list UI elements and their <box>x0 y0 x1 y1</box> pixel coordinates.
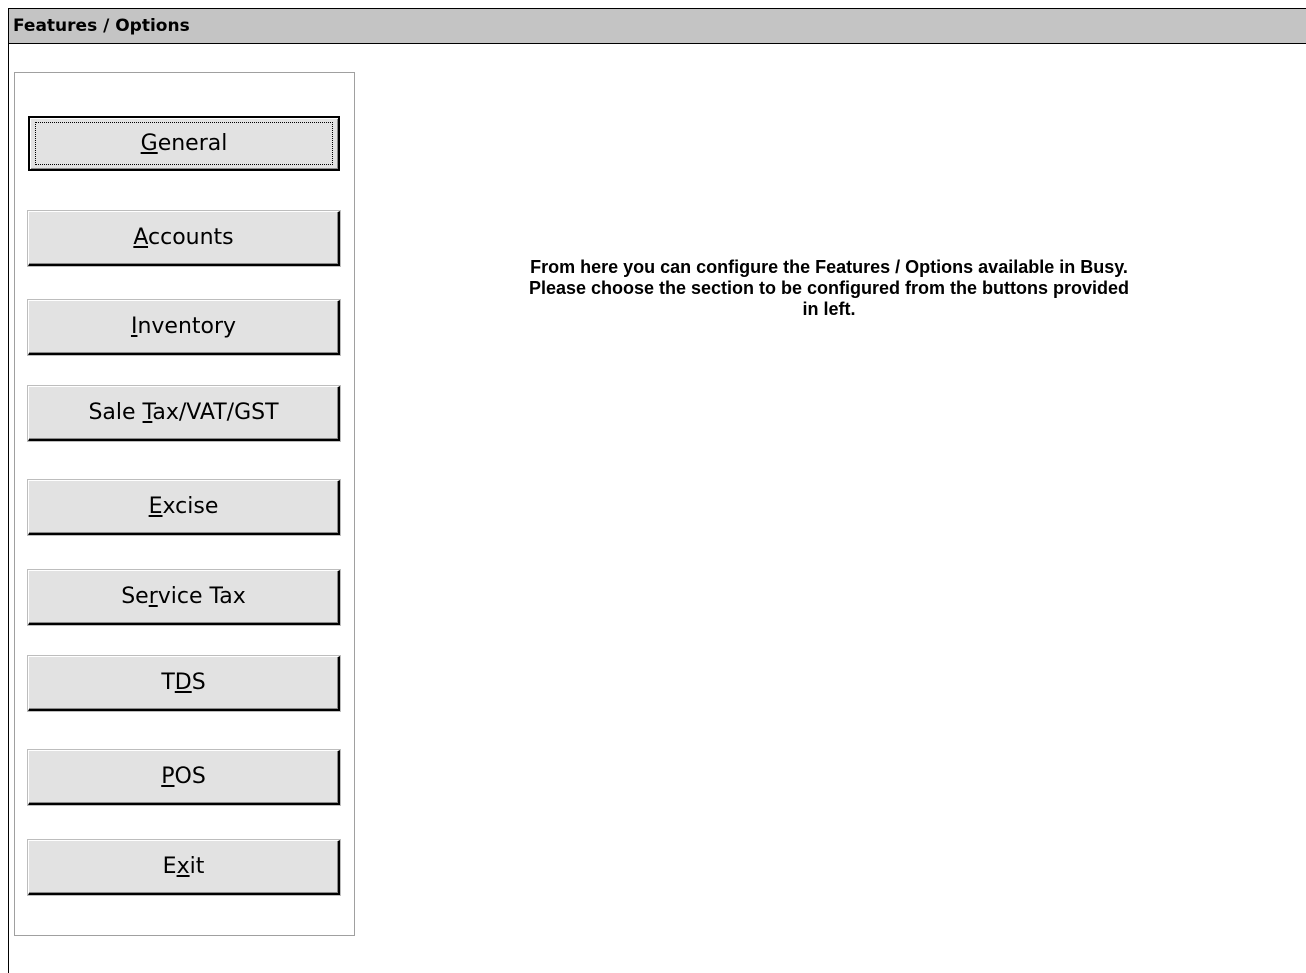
exit-button-mnemonic: x <box>176 854 190 879</box>
excise-button-mnemonic: E <box>148 494 163 519</box>
title-bar: Features / Options <box>9 9 1306 44</box>
pos-button-mnemonic: P <box>161 764 175 789</box>
sale-tax-button-label-post: ax/VAT/GST <box>152 400 279 425</box>
section-button-panel: General Accounts Inventory Sale Tax/VAT/… <box>14 72 355 936</box>
accounts-button-mnemonic: A <box>133 225 149 250</box>
exit-button-label-pre: E <box>162 854 177 879</box>
instruction-line: From here you can configure the Features… <box>530 257 1128 277</box>
service-tax-button-label-pre: Se <box>121 584 149 609</box>
excise-button-label-post: xcise <box>162 494 219 519</box>
pos-button-label-post: OS <box>174 764 206 789</box>
excise-button[interactable]: Excise <box>28 480 340 535</box>
sale-tax-button-mnemonic: T <box>142 400 153 425</box>
instruction-line: Please choose the section to be configur… <box>528 278 1130 298</box>
inventory-button[interactable]: Inventory <box>28 300 340 355</box>
pos-button[interactable]: POS <box>28 750 340 805</box>
instruction-text: From here you can configure the Features… <box>429 257 1229 320</box>
sale-tax-vat-gst-button[interactable]: Sale Tax/VAT/GST <box>28 386 340 441</box>
tds-button[interactable]: TDS <box>28 656 340 711</box>
tds-button-mnemonic: D <box>174 670 192 695</box>
exit-button-label-post: it <box>189 854 205 879</box>
instruction-line: in left. <box>802 299 856 319</box>
general-button-mnemonic: G <box>140 131 158 156</box>
exit-button[interactable]: Exit <box>28 840 340 895</box>
service-tax-button[interactable]: Service Tax <box>28 570 340 625</box>
accounts-button-label-post: ccounts <box>148 225 234 250</box>
inventory-button-label-post: nventory <box>137 314 237 339</box>
general-button[interactable]: General <box>28 116 340 171</box>
service-tax-button-label-post: vice Tax <box>157 584 246 609</box>
tds-button-label-post: S <box>191 670 206 695</box>
window-title: Features / Options <box>13 16 190 36</box>
sale-tax-button-label-pre: Sale <box>88 400 143 425</box>
features-options-window: Features / Options General Accounts Inve… <box>8 8 1306 973</box>
general-button-label-post: eneral <box>157 131 228 156</box>
accounts-button[interactable]: Accounts <box>28 211 340 266</box>
tds-button-label-pre: T <box>161 670 175 695</box>
service-tax-button-mnemonic: r <box>148 584 158 609</box>
